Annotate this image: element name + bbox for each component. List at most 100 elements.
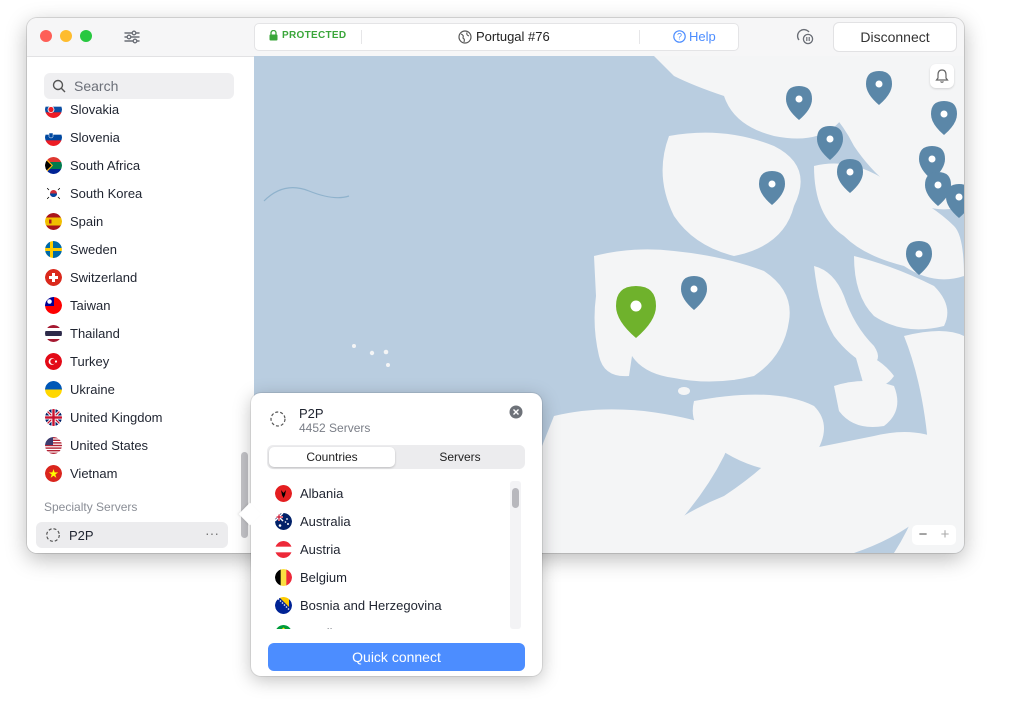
country-label: Belgium — [300, 569, 347, 585]
server-name-label: Portugal #76 — [476, 29, 550, 44]
countries-servers-toggle: Countries Servers — [267, 445, 525, 469]
minimize-window-button[interactable] — [60, 30, 72, 42]
country-label: Vietnam — [70, 465, 118, 481]
pause-connection-icon[interactable] — [795, 28, 815, 46]
zoom-out-button[interactable]: − — [919, 525, 928, 545]
search-input[interactable] — [72, 77, 226, 95]
flag-au-icon — [275, 512, 292, 530]
flag-ua-icon — [45, 380, 62, 398]
sidebar-item-spain[interactable]: Spain — [27, 207, 254, 235]
sidebar-item-sweden[interactable]: Sweden — [27, 235, 254, 263]
lock-icon — [269, 30, 278, 41]
flag-tw-icon — [45, 296, 62, 314]
flag-se-icon — [45, 240, 62, 258]
sidebar-item-south-africa[interactable]: South Africa — [27, 151, 254, 179]
popover-item-albania[interactable]: Albania — [251, 479, 523, 507]
sidebar-item-slovenia[interactable]: Slovenia — [27, 123, 254, 151]
popover-scrollbar[interactable] — [512, 488, 519, 508]
p2p-label: P2P — [69, 527, 94, 543]
svg-text:?: ? — [677, 32, 682, 42]
country-label: Austria — [300, 541, 341, 557]
country-label: South Africa — [70, 157, 141, 173]
country-label: Switzerland — [70, 269, 138, 285]
globe-icon — [458, 29, 472, 44]
connection-status-bar: PROTECTED Portugal #76 ? Help — [254, 23, 739, 51]
close-window-button[interactable] — [40, 30, 52, 42]
flag-be-icon — [275, 568, 292, 586]
country-label: Sweden — [70, 241, 117, 257]
sidebar-item-vietnam[interactable]: Vietnam — [27, 459, 254, 487]
sidebar-item-south-korea[interactable]: South Korea — [27, 179, 254, 207]
protected-status: PROTECTED — [269, 30, 346, 41]
flag-kr-icon — [45, 184, 62, 202]
flag-th-icon — [45, 324, 62, 342]
country-label: Bosnia and Herzegovina — [300, 597, 442, 613]
zoom-in-button[interactable]: + — [941, 525, 950, 545]
more-options-button[interactable]: ··· — [205, 525, 219, 541]
flag-za-icon — [45, 156, 62, 174]
flag-ba-icon — [275, 596, 292, 614]
specialty-servers-heading: Specialty Servers — [44, 500, 138, 514]
country-label: Turkey — [70, 353, 110, 369]
country-label: United Kingdom — [70, 409, 163, 425]
settings-sliders-icon[interactable] — [123, 28, 141, 46]
sidebar-item-ukraine[interactable]: Ukraine — [27, 375, 254, 403]
sidebar-item-slovakia[interactable]: Slovakia — [27, 95, 254, 123]
country-list: Slovakia Slovenia South Africa South Korea S… — [27, 95, 254, 487]
country-label: Albania — [300, 485, 344, 501]
protected-label: PROTECTED — [282, 30, 347, 41]
country-label: Thailand — [70, 325, 120, 341]
country-label: Australia — [300, 513, 351, 529]
popover-item-bosnia-and-herzegovina[interactable]: Bosnia and Herzegovina — [251, 591, 523, 619]
country-label: Slovakia — [70, 101, 120, 117]
sidebar: Slovakia Slovenia South Africa South Korea S… — [27, 57, 255, 553]
question-circle-icon: ? — [673, 30, 686, 43]
title-bar: PROTECTED Portugal #76 ? Help Disconnect — [27, 18, 964, 57]
country-label: South Korea — [70, 185, 143, 201]
country-label: United States — [70, 437, 149, 453]
sidebar-item-turkey[interactable]: Turkey — [27, 347, 254, 375]
flag-si-icon — [45, 128, 62, 146]
popover-item-brazil[interactable]: Brazil — [251, 619, 523, 629]
country-label: Brazil — [300, 626, 333, 630]
flag-gb-icon — [45, 408, 62, 426]
notifications-bell-icon[interactable] — [930, 64, 954, 88]
flag-sk-icon — [45, 100, 62, 118]
close-icon[interactable] — [509, 405, 523, 419]
sidebar-item-switzerland[interactable]: Switzerland — [27, 263, 254, 291]
sidebar-item-united-states[interactable]: United States — [27, 431, 254, 459]
flag-es-icon — [45, 212, 62, 230]
flag-al-icon — [275, 484, 292, 502]
sidebar-item-taiwan[interactable]: Taiwan — [27, 291, 254, 319]
divider — [639, 30, 640, 44]
maximize-window-button[interactable] — [80, 30, 92, 42]
flag-tr-icon — [45, 352, 62, 370]
quick-connect-button[interactable]: Quick connect — [268, 643, 525, 671]
zoom-controls: − + — [912, 525, 956, 545]
tab-countries[interactable]: Countries — [269, 447, 395, 467]
sidebar-item-p2p[interactable]: P2P ··· — [36, 522, 228, 548]
flag-at-icon — [275, 540, 292, 558]
popover-item-australia[interactable]: Australia — [251, 507, 523, 535]
popover-item-belgium[interactable]: Belgium — [251, 563, 523, 591]
popover-item-austria[interactable]: Austria — [251, 535, 523, 563]
country-label: Taiwan — [70, 297, 111, 313]
sidebar-scrollbar[interactable] — [241, 452, 248, 538]
sidebar-item-thailand[interactable]: Thailand — [27, 319, 254, 347]
bell-icon — [935, 69, 949, 83]
p2p-popover: P2P 4452 Servers Countries Servers Alban… — [238, 393, 542, 676]
tab-servers[interactable]: Servers — [397, 447, 523, 467]
p2p-icon — [270, 411, 286, 427]
disconnect-button[interactable]: Disconnect — [833, 22, 957, 52]
current-server[interactable]: Portugal #76 — [458, 29, 550, 44]
flag-ch-icon — [45, 268, 62, 286]
search-icon — [52, 79, 66, 93]
popover-country-list: Albania Australia Austria Belgium Bosnia and… — [251, 479, 523, 629]
flag-br-icon — [275, 624, 292, 629]
help-label: Help — [689, 29, 716, 44]
sidebar-item-united-kingdom[interactable]: United Kingdom — [27, 403, 254, 431]
search-box[interactable] — [44, 73, 234, 99]
divider — [361, 30, 362, 44]
flag-us-icon — [45, 436, 62, 454]
help-link[interactable]: ? Help — [673, 29, 716, 44]
